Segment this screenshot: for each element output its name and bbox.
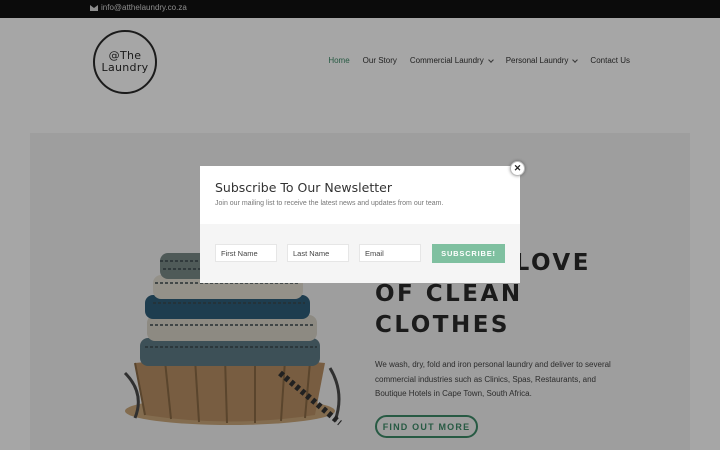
modal-title: Subscribe To Our Newsletter: [215, 180, 392, 195]
last-name-field[interactable]: Last Name: [287, 244, 349, 262]
email-field[interactable]: Email: [359, 244, 421, 262]
modal-subtitle: Join our mailing list to receive the lat…: [215, 200, 444, 207]
subscribe-button[interactable]: SUBSCRIBE!: [432, 244, 505, 263]
newsletter-modal: Subscribe To Our Newsletter Join our mai…: [200, 166, 520, 283]
first-name-field[interactable]: First Name: [215, 244, 277, 262]
close-icon[interactable]: ✕: [510, 161, 525, 176]
modal-header: Subscribe To Our Newsletter Join our mai…: [200, 166, 520, 224]
